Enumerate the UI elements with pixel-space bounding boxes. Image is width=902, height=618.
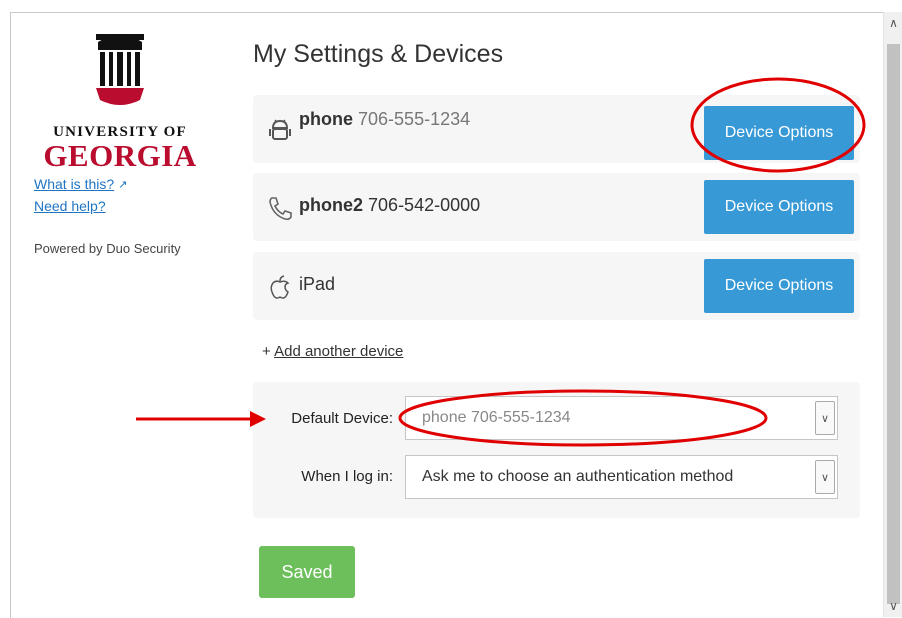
need-help-link[interactable]: Need help?	[34, 196, 220, 217]
device-options-button[interactable]: Device Options	[704, 106, 854, 160]
default-device-value: phone 706-555-1234	[422, 409, 571, 426]
apple-icon	[270, 275, 290, 299]
what-is-this-label: What is this?	[34, 176, 115, 192]
device-card-phone: phone 706-555-1234 Device Options	[253, 95, 860, 163]
when-login-value: Ask me to choose an authentication metho…	[422, 468, 734, 485]
sidebar: UNIVERSITY OF GEORGIA What is this? ↗ Nee…	[30, 30, 220, 256]
device-name: iPad	[299, 274, 335, 295]
add-another-device-link[interactable]: Add another device	[274, 343, 403, 360]
scroll-down-icon[interactable]: ∨	[884, 595, 902, 617]
logo-georgia: GEORGIA	[43, 138, 197, 173]
scroll-thumb[interactable]	[887, 44, 900, 604]
device-options-button[interactable]: Device Options	[704, 180, 854, 234]
default-device-label: Default Device:	[291, 410, 393, 427]
when-login-select[interactable]: Ask me to choose an authentication metho…	[405, 455, 838, 499]
device-label: phone2	[299, 195, 364, 215]
settings-panel: Default Device: phone 706-555-1234 ∨ Whe…	[253, 382, 860, 518]
android-icon	[269, 119, 291, 140]
scrollbar[interactable]: ∧ ∨	[883, 12, 902, 617]
scroll-up-icon[interactable]: ∧	[884, 12, 902, 34]
device-card-ipad: iPad Device Options	[253, 252, 860, 320]
external-link-icon: ↗	[118, 179, 128, 191]
chevron-down-icon: ∨	[815, 401, 835, 435]
device-card-phone2: phone2 706-542-0000 Device Options	[253, 173, 860, 241]
powered-by-text: Powered by Duo Security	[34, 241, 181, 256]
arch-logo-icon	[96, 34, 144, 105]
saved-button[interactable]: Saved	[259, 546, 355, 598]
device-options-button[interactable]: Device Options	[704, 259, 854, 313]
default-device-select[interactable]: phone 706-555-1234 ∨	[405, 396, 838, 440]
page-title: My Settings & Devices	[253, 40, 504, 68]
phone-handset-icon	[269, 197, 292, 221]
what-is-this-link[interactable]: What is this? ↗	[34, 174, 220, 196]
device-label: iPad	[299, 274, 336, 294]
device-name: phone2 706-542-0000	[299, 195, 480, 216]
device-number: 706-542-0000	[368, 195, 481, 215]
when-login-label: When I log in:	[301, 468, 393, 485]
uga-logo: UNIVERSITY OF GEORGIA	[30, 30, 210, 171]
add-device-prefix: +	[262, 343, 275, 360]
chevron-down-icon: ∨	[815, 460, 835, 494]
device-number: 706-555-1234	[358, 109, 471, 129]
device-label: phone	[299, 109, 353, 129]
add-device-row: + Add another device	[262, 343, 403, 360]
device-name: phone 706-555-1234	[299, 109, 470, 130]
